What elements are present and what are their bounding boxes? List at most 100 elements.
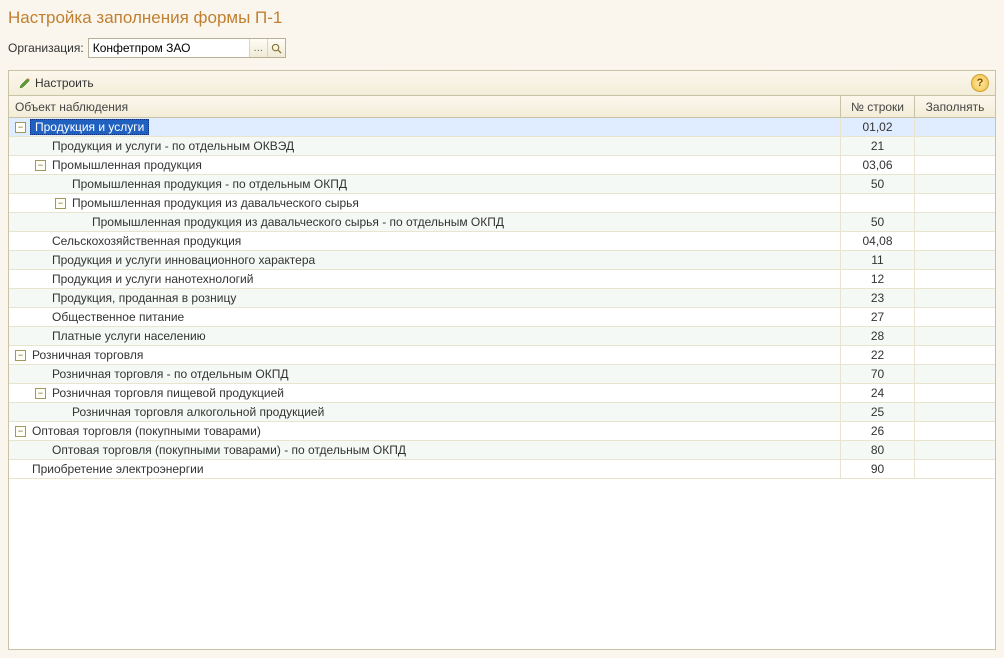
table-row[interactable]: Розничная торговля - по отдельным ОКПД70 — [9, 365, 995, 384]
cell-fill[interactable] — [915, 251, 995, 269]
table-row[interactable]: −Промышленная продукция из давальческого… — [9, 194, 995, 213]
cell-object: −Розничная торговля пищевой продукцией — [9, 384, 841, 402]
table-row[interactable]: Продукция, проданная в розницу23 — [9, 289, 995, 308]
toolbar: Настроить ? — [8, 70, 996, 96]
cell-fill[interactable] — [915, 365, 995, 383]
cell-line-number: 26 — [841, 422, 915, 440]
cell-line-number: 50 — [841, 213, 915, 231]
organization-input[interactable] — [89, 39, 249, 57]
cell-line-number: 01,02 — [841, 118, 915, 136]
row-label: Розничная торговля пищевой продукцией — [46, 386, 284, 400]
collapse-icon[interactable]: − — [35, 160, 46, 171]
row-label: Розничная торговля алкогольной продукцие… — [66, 405, 324, 419]
table-header: Объект наблюдения № строки Заполнять — [9, 96, 995, 118]
cell-fill[interactable] — [915, 175, 995, 193]
cell-line-number: 03,06 — [841, 156, 915, 174]
row-label: Общественное питание — [46, 310, 184, 324]
table-row[interactable]: Оптовая торговля (покупными товарами) - … — [9, 441, 995, 460]
table-row[interactable]: Промышленная продукция из давальческого … — [9, 213, 995, 232]
cell-object: Розничная торговля - по отдельным ОКПД — [9, 365, 841, 383]
column-header-object[interactable]: Объект наблюдения — [9, 96, 841, 117]
cell-object: Промышленная продукция из давальческого … — [9, 213, 841, 231]
cell-line-number: 12 — [841, 270, 915, 288]
cell-object: −Промышленная продукция — [9, 156, 841, 174]
cell-fill[interactable] — [915, 270, 995, 288]
row-label: Оптовая торговля (покупными товарами) — [26, 424, 261, 438]
cell-line-number: 21 — [841, 137, 915, 155]
collapse-icon[interactable]: − — [55, 198, 66, 209]
table-row[interactable]: Платные услуги населению28 — [9, 327, 995, 346]
table-row[interactable]: −Оптовая торговля (покупными товарами)26 — [9, 422, 995, 441]
table-row[interactable]: Промышленная продукция - по отдельным ОК… — [9, 175, 995, 194]
cell-fill[interactable] — [915, 289, 995, 307]
pencil-icon — [19, 77, 31, 89]
cell-fill[interactable] — [915, 346, 995, 364]
cell-fill[interactable] — [915, 327, 995, 345]
table-body: −Продукция и услуги01,02Продукция и услу… — [9, 118, 995, 479]
row-label: Приобретение электроэнергии — [26, 462, 204, 476]
cell-line-number: 11 — [841, 251, 915, 269]
column-header-fill[interactable]: Заполнять — [915, 96, 995, 117]
table-row[interactable]: −Промышленная продукция03,06 — [9, 156, 995, 175]
table-row[interactable]: −Розничная торговля22 — [9, 346, 995, 365]
column-header-line[interactable]: № строки — [841, 96, 915, 117]
configure-label: Настроить — [35, 76, 94, 90]
cell-fill[interactable] — [915, 194, 995, 212]
row-label: Продукция и услуги нанотехнологий — [46, 272, 253, 286]
table-row[interactable]: Продукция и услуги - по отдельным ОКВЭД2… — [9, 137, 995, 156]
cell-fill[interactable] — [915, 308, 995, 326]
cell-object: Продукция и услуги - по отдельным ОКВЭД — [9, 137, 841, 155]
cell-fill[interactable] — [915, 232, 995, 250]
table-row[interactable]: Приобретение электроэнергии 90 — [9, 460, 995, 479]
row-label: Промышленная продукция — [46, 158, 202, 172]
row-label: Продукция и услуги — [30, 119, 149, 135]
cell-line-number: 28 — [841, 327, 915, 345]
row-label: Промышленная продукция из давальческого … — [66, 196, 359, 210]
cell-object: −Оптовая торговля (покупными товарами) — [9, 422, 841, 440]
cell-fill[interactable] — [915, 403, 995, 421]
row-label: Розничная торговля — [26, 348, 143, 362]
table-row[interactable]: −Розничная торговля пищевой продукцией24 — [9, 384, 995, 403]
row-label: Оптовая торговля (покупными товарами) - … — [46, 443, 406, 457]
organization-select-button[interactable]: … — [249, 39, 267, 57]
table-row[interactable]: Розничная торговля алкогольной продукцие… — [9, 403, 995, 422]
row-label: Розничная торговля - по отдельным ОКПД — [46, 367, 288, 381]
cell-object: Розничная торговля алкогольной продукцие… — [9, 403, 841, 421]
organization-search-button[interactable] — [267, 39, 285, 57]
table-row[interactable]: Сельскохозяйственная продукция04,08 — [9, 232, 995, 251]
cell-fill[interactable] — [915, 460, 995, 478]
organization-input-group: … — [88, 38, 286, 58]
cell-fill[interactable] — [915, 441, 995, 459]
cell-fill[interactable] — [915, 156, 995, 174]
cell-line-number — [841, 194, 915, 212]
table-row[interactable]: −Продукция и услуги01,02 — [9, 118, 995, 137]
collapse-icon[interactable]: − — [15, 350, 26, 361]
cell-object: Общественное питание — [9, 308, 841, 326]
cell-line-number: 25 — [841, 403, 915, 421]
cell-line-number: 27 — [841, 308, 915, 326]
cell-fill[interactable] — [915, 422, 995, 440]
cell-object: −Продукция и услуги — [9, 118, 841, 136]
cell-object: Продукция и услуги инновационного характ… — [9, 251, 841, 269]
cell-line-number: 50 — [841, 175, 915, 193]
collapse-icon[interactable]: − — [35, 388, 46, 399]
configure-button[interactable]: Настроить — [15, 76, 98, 90]
collapse-icon[interactable]: − — [15, 426, 26, 437]
table-row[interactable]: Продукция и услуги нанотехнологий 12 — [9, 270, 995, 289]
cell-fill[interactable] — [915, 213, 995, 231]
cell-fill[interactable] — [915, 137, 995, 155]
cell-object: Продукция и услуги нанотехнологий — [9, 270, 841, 288]
table-row[interactable]: Продукция и услуги инновационного характ… — [9, 251, 995, 270]
row-label: Продукция и услуги инновационного характ… — [46, 253, 315, 267]
collapse-icon[interactable]: − — [15, 122, 26, 133]
cell-line-number: 24 — [841, 384, 915, 402]
cell-object: −Розничная торговля — [9, 346, 841, 364]
cell-object: Сельскохозяйственная продукция — [9, 232, 841, 250]
table-row[interactable]: Общественное питание 27 — [9, 308, 995, 327]
help-button[interactable]: ? — [971, 74, 989, 92]
cell-fill[interactable] — [915, 118, 995, 136]
page-title: Настройка заполнения формы П-1 — [8, 8, 996, 28]
row-label: Сельскохозяйственная продукция — [46, 234, 241, 248]
cell-line-number: 90 — [841, 460, 915, 478]
cell-fill[interactable] — [915, 384, 995, 402]
